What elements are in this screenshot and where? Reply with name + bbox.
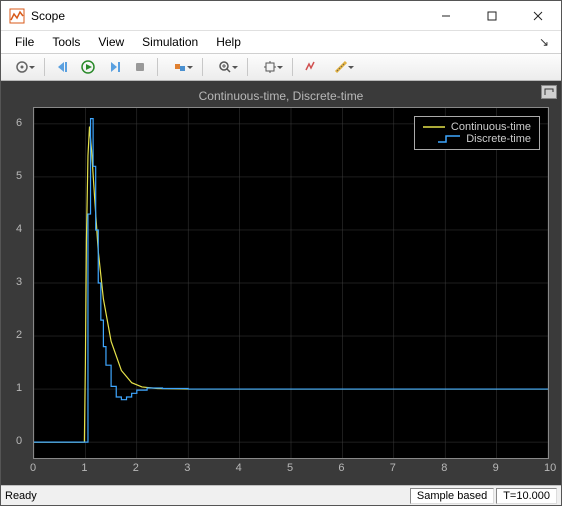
plot-panel: Continuous-time, Discrete-time Continuou…	[1, 81, 561, 485]
maximize-axes-icon[interactable]	[541, 85, 557, 99]
x-tick-label: 2	[133, 462, 139, 474]
y-tick-label: 2	[16, 329, 28, 341]
chart-title: Continuous-time, Discrete-time	[7, 87, 555, 107]
zoom-button[interactable]	[208, 56, 242, 78]
scope-window: Scope File Tools View Simulation Help ↘ …	[0, 0, 562, 506]
y-tick-label: 3	[16, 276, 28, 288]
triggers-button[interactable]	[298, 56, 322, 78]
legend-entry-discrete: Discrete-time	[423, 133, 531, 145]
x-tick-label: 3	[184, 462, 190, 474]
menu-tools[interactable]: Tools	[44, 33, 88, 51]
x-tick-label: 7	[390, 462, 396, 474]
menubar: File Tools View Simulation Help ↘	[1, 31, 561, 53]
menu-view[interactable]: View	[90, 33, 132, 51]
stop-button[interactable]	[128, 56, 152, 78]
y-tick-label: 1	[16, 382, 28, 394]
separator	[292, 58, 293, 76]
x-tick-label: 10	[544, 462, 556, 474]
measurements-button[interactable]	[324, 56, 358, 78]
y-tick-label: 4	[16, 223, 28, 235]
window-title: Scope	[31, 9, 423, 23]
legend[interactable]: Continuous-time Discrete-time	[414, 116, 540, 150]
menu-help[interactable]: Help	[208, 33, 249, 51]
legend-swatch-icon	[423, 122, 445, 132]
status-mode: Sample based	[410, 488, 494, 504]
autoscale-button[interactable]	[253, 56, 287, 78]
chart-axes[interactable]: Continuous-time Discrete-time 0123456789…	[33, 107, 549, 459]
separator	[247, 58, 248, 76]
legend-label: Discrete-time	[466, 133, 531, 145]
separator	[157, 58, 158, 76]
y-tick-label: 6	[16, 117, 28, 129]
legend-label: Continuous-time	[451, 121, 531, 133]
run-button[interactable]	[76, 56, 100, 78]
dock-arrow-icon[interactable]: ↘	[533, 33, 555, 51]
menu-simulation[interactable]: Simulation	[134, 33, 206, 51]
status-time: T=10.000	[496, 488, 557, 504]
titlebar: Scope	[1, 1, 561, 31]
app-icon	[9, 8, 25, 24]
x-tick-label: 9	[493, 462, 499, 474]
y-tick-label: 5	[16, 170, 28, 182]
highlight-block-button[interactable]	[163, 56, 197, 78]
separator	[44, 58, 45, 76]
x-tick-label: 1	[81, 462, 87, 474]
toolbar	[1, 53, 561, 81]
status-ready: Ready	[5, 490, 37, 502]
x-tick-label: 5	[287, 462, 293, 474]
x-tick-label: 0	[30, 462, 36, 474]
close-button[interactable]	[515, 1, 561, 31]
x-tick-label: 8	[441, 462, 447, 474]
x-tick-label: 4	[236, 462, 242, 474]
y-tick-label: 0	[16, 435, 28, 447]
statusbar: Ready Sample based T=10.000	[1, 485, 561, 505]
step-forward-button[interactable]	[102, 56, 126, 78]
legend-entry-continuous: Continuous-time	[423, 121, 531, 133]
step-back-button[interactable]	[50, 56, 74, 78]
maximize-button[interactable]	[469, 1, 515, 31]
separator	[202, 58, 203, 76]
minimize-button[interactable]	[423, 1, 469, 31]
x-tick-label: 6	[338, 462, 344, 474]
menu-file[interactable]: File	[7, 33, 42, 51]
configure-button[interactable]	[5, 56, 39, 78]
legend-swatch-icon	[438, 134, 460, 144]
